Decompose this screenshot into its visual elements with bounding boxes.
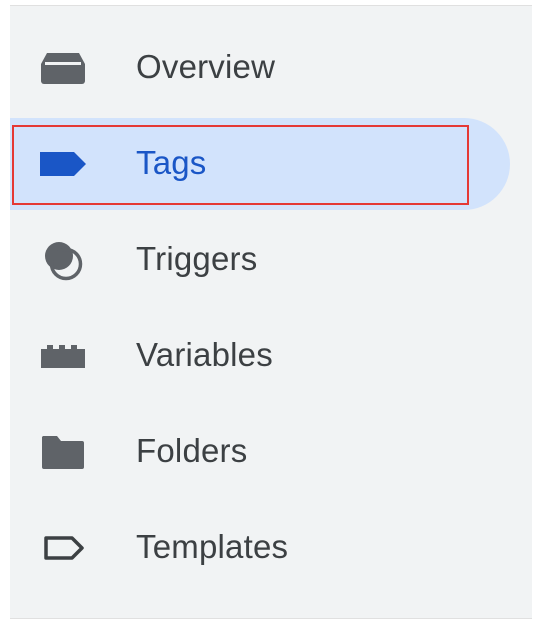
- folder-icon: [38, 432, 88, 472]
- sidebar-item-label: Overview: [136, 48, 276, 86]
- templates-icon: [38, 528, 88, 568]
- sidebar-item-variables[interactable]: Variables: [10, 310, 510, 402]
- variables-icon: [38, 336, 88, 376]
- sidebar-item-label: Folders: [136, 432, 248, 470]
- sidebar-item-label: Tags: [136, 144, 207, 182]
- sidebar-nav: Overview Tags Triggers Variables Folders…: [10, 5, 532, 619]
- sidebar-item-label: Templates: [136, 528, 289, 566]
- triggers-icon: [38, 240, 88, 281]
- sidebar-item-overview[interactable]: Overview: [10, 22, 510, 114]
- sidebar-item-triggers[interactable]: Triggers: [10, 214, 510, 306]
- sidebar-item-label: Variables: [136, 336, 273, 374]
- sidebar-item-folders[interactable]: Folders: [10, 406, 510, 498]
- tag-icon: [38, 144, 88, 184]
- overview-icon: [38, 48, 88, 88]
- sidebar-item-templates[interactable]: Templates: [10, 502, 510, 594]
- sidebar-item-tags[interactable]: Tags: [10, 118, 510, 210]
- sidebar-item-label: Triggers: [136, 240, 258, 278]
